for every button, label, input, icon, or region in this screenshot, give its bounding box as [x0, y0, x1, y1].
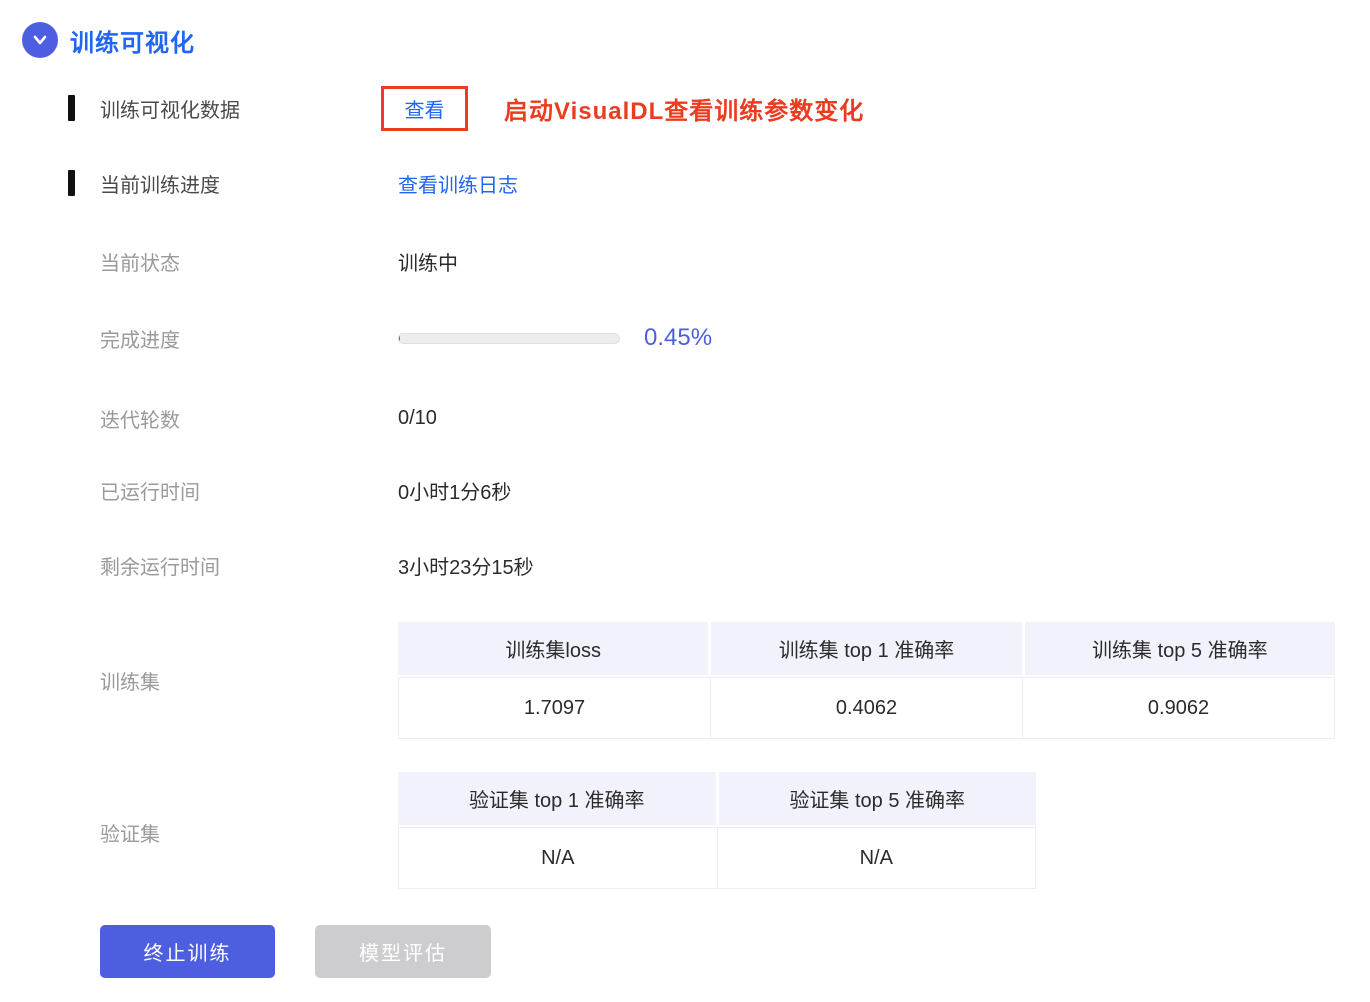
val-metrics-table: 验证集 top 1 准确率 验证集 top 5 准确率 N/A N/A [398, 772, 1036, 889]
row-label: 已运行时间 [100, 481, 200, 504]
row-marker [68, 95, 75, 121]
row-label: 完成进度 [100, 329, 180, 352]
progress-bar [398, 332, 620, 344]
train-top5-value: 0.9062 [1022, 678, 1334, 738]
train-table-header: 训练集 top 5 准确率 [1024, 622, 1335, 675]
row-marker [68, 170, 75, 196]
train-top1-value: 0.4062 [710, 678, 1022, 738]
val-table-header: 验证集 top 5 准确率 [718, 772, 1036, 825]
progress-fill [399, 333, 400, 343]
section-header: 训练可视化 [22, 22, 195, 58]
row-epochs: 迭代轮数 0/10 [0, 395, 1370, 441]
row-remaining-time: 剩余运行时间 3小时23分15秒 [0, 542, 1370, 588]
row-elapsed-time: 已运行时间 0小时1分6秒 [0, 467, 1370, 513]
row-label: 当前训练进度 [100, 174, 220, 197]
val-top5-value: N/A [716, 828, 1035, 888]
row-current-status: 当前状态 训练中 [0, 238, 1370, 284]
val-table-header-row: 验证集 top 1 准确率 验证集 top 5 准确率 [398, 772, 1036, 825]
row-label: 训练可视化数据 [100, 99, 240, 122]
progress-percent: 0.45% [644, 324, 713, 351]
train-set-label: 训练集 [100, 671, 160, 694]
row-training-progress: 当前训练进度 查看训练日志 [0, 160, 1370, 206]
visualdl-annotation: 启动VisualDL查看训练参数变化 [504, 97, 865, 125]
row-label: 当前状态 [100, 252, 180, 275]
train-table-header: 训练集loss [398, 622, 709, 675]
remaining-time-value: 3小时23分15秒 [398, 556, 534, 579]
epochs-value: 0/10 [398, 406, 437, 429]
stop-training-button[interactable]: 终止训练 [100, 925, 275, 978]
chevron-down-icon [30, 30, 50, 50]
training-visualization-panel: 训练可视化 训练可视化数据 查看 启动VisualDL查看训练参数变化 当前训练… [0, 0, 1370, 1002]
row-visualization-data: 训练可视化数据 查看 启动VisualDL查看训练参数变化 [0, 85, 1370, 131]
row-completion-progress: 完成进度 0.45% [0, 315, 1370, 361]
val-table-value-row: N/A N/A [398, 827, 1036, 889]
train-table-header: 训练集 top 1 准确率 [711, 622, 1022, 675]
train-table-value-row: 1.7097 0.4062 0.9062 [398, 677, 1335, 739]
view-visualdl-link[interactable]: 查看 [405, 94, 445, 123]
collapse-toggle-button[interactable] [22, 22, 58, 58]
model-evaluate-button[interactable]: 模型评估 [315, 925, 491, 978]
section-title: 训练可视化 [70, 29, 195, 57]
status-value: 训练中 [398, 252, 458, 275]
row-label: 迭代轮数 [100, 409, 180, 432]
elapsed-time-value: 0小时1分6秒 [398, 481, 512, 504]
view-link-highlight-box: 查看 [381, 85, 468, 131]
train-loss-value: 1.7097 [399, 678, 710, 738]
train-table-header-row: 训练集loss 训练集 top 1 准确率 训练集 top 5 准确率 [398, 622, 1335, 675]
row-label: 剩余运行时间 [100, 556, 220, 579]
view-training-log-link[interactable]: 查看训练日志 [398, 169, 518, 198]
train-metrics-table: 训练集loss 训练集 top 1 准确率 训练集 top 5 准确率 1.70… [398, 622, 1335, 739]
val-top1-value: N/A [399, 828, 717, 888]
val-set-label: 验证集 [100, 823, 160, 846]
val-table-header: 验证集 top 1 准确率 [398, 772, 716, 825]
